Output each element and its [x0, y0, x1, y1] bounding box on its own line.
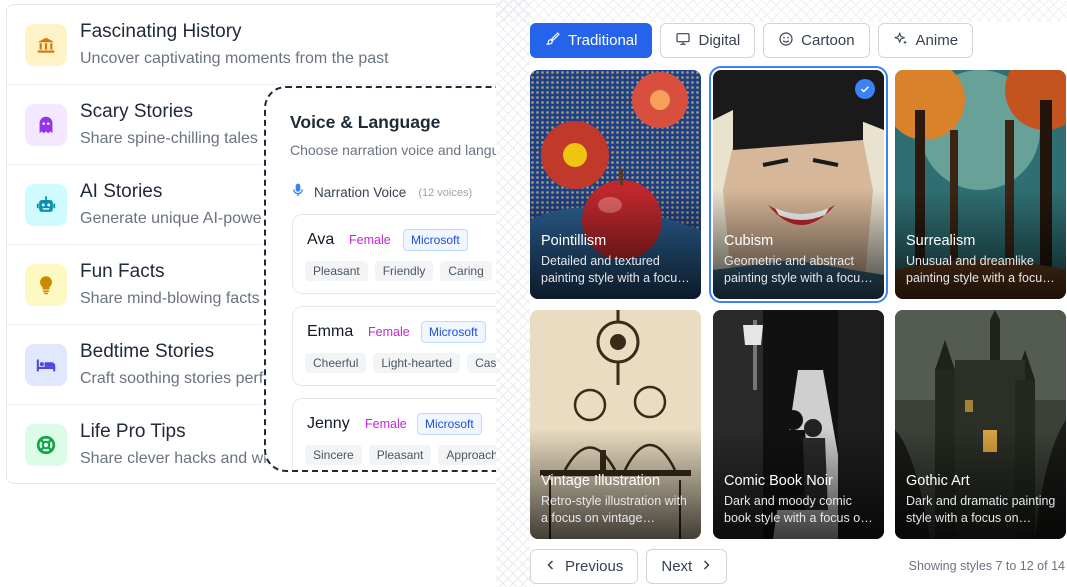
style-card-comic-book-noir[interactable]: Comic Book Noir Dark and moody comic boo…	[713, 310, 884, 539]
style-category-tabs: Traditional Digital Cartoon Anime	[530, 23, 974, 58]
style-description: Retro-style illustration with a focus on…	[541, 494, 687, 525]
voice-gender: Female	[365, 417, 407, 431]
voice-name: Emma	[307, 323, 354, 340]
tab-label: Traditional	[568, 32, 638, 49]
voice-name: Ava	[307, 231, 335, 248]
next-label: Next	[661, 558, 693, 575]
style-name: Gothic Art	[906, 473, 970, 489]
voice-count: (12 voices)	[418, 186, 473, 199]
topic-title: Fascinating History	[80, 21, 242, 42]
tab-label: Cartoon	[801, 32, 855, 49]
topic-description: Share clever hacks and wi	[80, 450, 267, 467]
next-button[interactable]: Next	[646, 549, 728, 584]
voice-provider-badge: Microsoft	[421, 321, 486, 343]
voice-card-jenny[interactable]: Jenny Female Microsoft Sincere Pleasant …	[292, 398, 526, 472]
voice-provider-badge: Microsoft	[417, 413, 482, 435]
sparkles-icon	[893, 31, 909, 51]
style-description: Dark and moody comic book style with a f…	[724, 494, 868, 525]
topic-description: Uncover captivating moments from the pas…	[80, 50, 389, 67]
panel-subtitle: Choose narration voice and language p	[290, 142, 526, 158]
style-card-surrealism[interactable]: Surrealism Unusual and dreamlike paintin…	[895, 70, 1066, 299]
voice-gender: Female	[368, 325, 410, 339]
voice-tag: Friendly	[374, 261, 434, 281]
tab-digital[interactable]: Digital	[660, 23, 756, 58]
topic-item-history[interactable]: Fascinating History Uncover captivating …	[7, 5, 525, 85]
ghost-icon	[25, 104, 67, 146]
topic-description: Share mind-blowing facts	[80, 290, 260, 307]
pagination: Previous Next	[530, 549, 728, 584]
style-card-vintage-illustration[interactable]: Vintage Illustration Retro-style illustr…	[530, 310, 701, 539]
smiley-icon	[778, 31, 794, 51]
topic-title: Fun Facts	[80, 261, 165, 282]
topic-title: AI Stories	[80, 181, 163, 202]
style-description: Unusual and dreamlike painting style wit…	[906, 254, 1049, 285]
style-name: Cubism	[724, 233, 774, 249]
pagination-status: Showing styles 7 to 12 of 14	[908, 559, 1065, 573]
brush-icon	[545, 31, 561, 51]
style-name: Vintage Illustration	[541, 473, 661, 489]
style-description: Dark and dramatic painting style with a …	[906, 494, 1056, 525]
robot-icon	[25, 184, 67, 226]
microphone-icon	[290, 182, 306, 203]
voice-gender: Female	[349, 233, 391, 247]
previous-label: Previous	[565, 558, 624, 575]
voice-tag: Cheerful	[305, 353, 367, 373]
topic-description: Generate unique AI-powe	[80, 210, 262, 227]
narration-voice-header: Narration Voice (12 voices)	[290, 182, 472, 203]
hatch-background	[496, 0, 1067, 22]
voice-tag: Light-hearted	[373, 353, 461, 373]
style-description: Geometric and abstract painting style wi…	[724, 254, 867, 285]
voice-tag: Sincere	[305, 445, 362, 465]
narration-voice-label: Narration Voice	[314, 185, 407, 200]
tab-traditional[interactable]: Traditional	[530, 23, 653, 58]
voice-tag: Pleasant	[305, 261, 368, 281]
style-card-pointillism[interactable]: Pointillism Detailed and textured painti…	[530, 70, 701, 299]
topic-description: Share spine-chilling tales	[80, 130, 258, 147]
voice-language-panel: Voice & Language Choose narration voice …	[264, 86, 526, 472]
style-name: Surrealism	[906, 233, 976, 249]
voice-provider-badge: Microsoft	[403, 229, 468, 251]
chevron-left-icon	[545, 558, 557, 575]
chevron-right-icon	[700, 558, 712, 575]
style-card-cubism[interactable]: Cubism Geometric and abstract painting s…	[709, 66, 888, 303]
style-gallery: Traditional Digital Cartoon Anime Pointi…	[496, 0, 1067, 587]
tab-label: Anime	[915, 32, 959, 49]
bed-icon	[25, 344, 67, 386]
voice-name: Jenny	[307, 415, 350, 432]
voice-tag: Caring	[440, 261, 492, 281]
style-name: Comic Book Noir	[724, 473, 833, 489]
hatch-background	[496, 0, 530, 587]
voice-card-ava[interactable]: Ava Female Microsoft Pleasant Friendly C…	[292, 214, 526, 294]
bank-icon	[25, 24, 67, 66]
previous-button[interactable]: Previous	[530, 549, 639, 584]
tab-cartoon[interactable]: Cartoon	[763, 23, 870, 58]
voice-card-emma[interactable]: Emma Female Microsoft Cheerful Light-hea…	[292, 306, 526, 386]
style-description: Detailed and textured painting style wit…	[541, 254, 684, 285]
monitor-icon	[675, 31, 691, 51]
lightbulb-icon	[25, 264, 67, 306]
style-card-gothic-art[interactable]: Gothic Art Dark and dramatic painting st…	[895, 310, 1066, 539]
voice-tag: Pleasant	[368, 445, 432, 465]
check-icon	[855, 79, 875, 99]
topic-title: Scary Stories	[80, 101, 193, 122]
style-name: Pointillism	[541, 233, 607, 249]
topic-title: Life Pro Tips	[80, 421, 186, 442]
lifebuoy-icon	[25, 424, 67, 466]
tab-label: Digital	[698, 32, 741, 49]
topic-title: Bedtime Stories	[80, 341, 215, 362]
topic-description: Craft soothing stories perf	[80, 370, 264, 387]
tab-anime[interactable]: Anime	[877, 23, 974, 58]
panel-title: Voice & Language	[290, 112, 441, 132]
